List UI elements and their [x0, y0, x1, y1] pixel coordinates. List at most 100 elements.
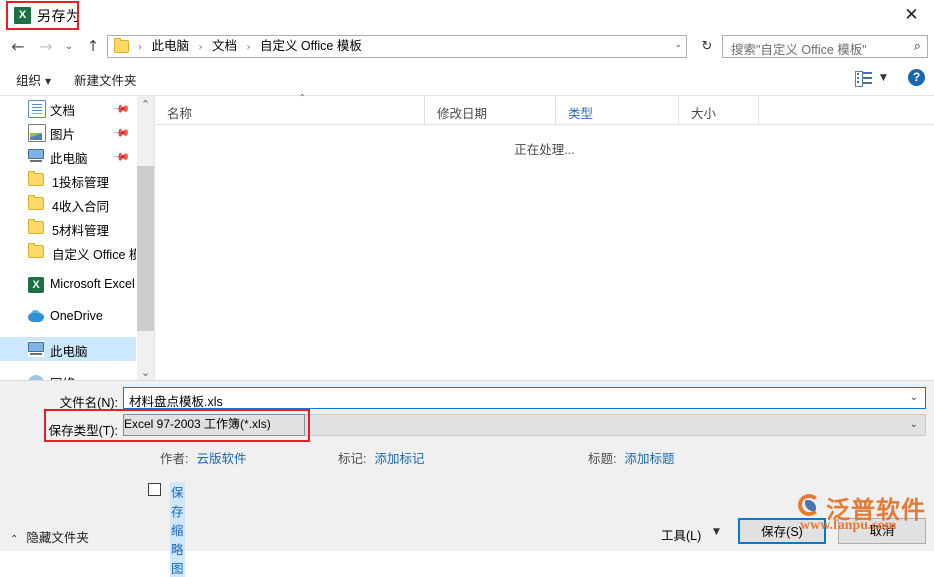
up-icon[interactable]: ↑	[81, 31, 105, 62]
sidebar-item-this-pc[interactable]: 此电脑	[0, 337, 136, 361]
title-field[interactable]: 标题: 添加标题	[588, 448, 675, 467]
breadcrumb-separator: ›	[198, 42, 203, 53]
folder-icon	[114, 38, 129, 53]
sidebar-item-folder-4[interactable]: 自定义 Office 模	[0, 240, 136, 264]
sidebar-scrollbar[interactable]: ⌃ ⌄	[136, 96, 154, 381]
tags-field[interactable]: 标记: 添加标记	[338, 448, 425, 467]
file-list-pane: 名称 ⌃ 修改日期 类型 大小 正在处理...	[155, 93, 934, 381]
sidebar-item-label: 自定义 Office 模	[52, 248, 136, 262]
savetype-label: 保存类型(T):	[48, 424, 118, 438]
organize-label: 组织	[16, 74, 42, 88]
title-bar: X 另存为 ✕	[0, 0, 934, 31]
column-label: 类型	[568, 107, 594, 121]
chevron-up-icon: ⌃	[10, 534, 19, 545]
hide-folders-button[interactable]: ⌃ 隐藏文件夹	[10, 527, 89, 546]
organize-button[interactable]: 组织 ▼	[16, 70, 51, 89]
sidebar-item-folder-2[interactable]: 4收入合同	[0, 192, 136, 216]
savetype-value: Excel 97-2003 工作簿(*.xls)	[124, 417, 271, 431]
save-thumbnail-label[interactable]: 保存缩略图	[170, 482, 185, 577]
scrollbar-thumb[interactable]	[137, 166, 154, 331]
tools-button[interactable]: 工具(L)	[661, 525, 701, 544]
new-folder-button[interactable]: 新建文件夹	[74, 70, 137, 89]
sidebar-item-label: OneDrive	[50, 309, 103, 323]
sidebar-item-folder-3[interactable]: 5材料管理	[0, 216, 136, 240]
tools-chevron-down-icon[interactable]: ▼	[713, 527, 720, 537]
sidebar-item-label: 4收入合同	[52, 200, 109, 214]
sidebar-item-this-pc-quick[interactable]: 此电脑 📌	[0, 144, 136, 168]
sidebar-item-documents[interactable]: 文档 📌	[0, 96, 136, 120]
sidebar-item-label: 此电脑	[50, 152, 88, 166]
scroll-down-icon[interactable]: ⌄	[137, 364, 154, 381]
column-header-size[interactable]: 大小	[679, 96, 759, 124]
filename-label: 文件名(N):	[59, 396, 118, 410]
title-value[interactable]: 添加标题	[624, 452, 674, 466]
breadcrumb-item-1[interactable]: 文档	[209, 39, 240, 53]
filename-value: 材料盘点模板.xls	[129, 395, 223, 409]
pin-icon[interactable]: 📌	[112, 100, 131, 119]
column-header-type[interactable]: 类型	[556, 96, 679, 124]
sidebar-item-microsoft-excel[interactable]: X Microsoft Excel	[0, 273, 136, 297]
sidebar-item-pictures[interactable]: 图片 📌	[0, 120, 136, 144]
column-label: 修改日期	[437, 107, 488, 121]
breadcrumb-item-2[interactable]: 自定义 Office 模板	[257, 39, 365, 53]
breadcrumb-separator: ›	[138, 42, 142, 53]
sidebar-item-label: Microsoft Excel	[50, 277, 135, 291]
command-toolbar: 组织 ▼ 新建文件夹 ▼ ?	[0, 62, 934, 95]
author-value[interactable]: 云版软件	[196, 452, 246, 466]
help-icon[interactable]: ?	[908, 69, 925, 86]
chevron-down-icon[interactable]: ⌄	[910, 392, 918, 403]
address-bar[interactable]: › 此电脑 › 文档 › 自定义 Office 模板 ⌄	[107, 35, 687, 58]
sidebar-item-label: 文档	[50, 104, 76, 118]
pictures-icon	[28, 124, 46, 142]
sidebar-item-folder-1[interactable]: 1投标管理	[0, 168, 136, 192]
breadcrumb-item-0[interactable]: 此电脑	[148, 39, 192, 53]
this-pc-icon	[28, 341, 44, 357]
forward-icon[interactable]: →	[33, 31, 59, 62]
author-field[interactable]: 作者: 云版软件	[160, 448, 247, 467]
excel-icon: X	[14, 7, 31, 24]
column-label: 名称	[167, 107, 193, 121]
filename-input[interactable]: 材料盘点模板.xls ⌄	[123, 387, 926, 409]
folder-icon	[28, 243, 44, 258]
tags-label: 标记:	[338, 452, 367, 466]
pin-icon[interactable]: 📌	[112, 124, 131, 143]
sidebar-item-onedrive[interactable]: OneDrive	[0, 305, 136, 329]
status-text: 正在处理...	[514, 143, 575, 157]
view-mode-icon[interactable]	[855, 71, 872, 87]
hide-folders-label: 隐藏文件夹	[26, 531, 89, 545]
chevron-down-icon[interactable]: ⌄	[674, 40, 682, 50]
search-icon: ⌕	[913, 39, 921, 54]
folder-icon	[28, 219, 44, 234]
folder-icon	[28, 171, 44, 186]
refresh-icon[interactable]: ↻	[696, 36, 718, 57]
cancel-button[interactable]: 取消	[838, 518, 926, 544]
pin-icon[interactable]: 📌	[112, 148, 131, 167]
search-input[interactable]: 搜索"自定义 Office 模板" ⌕	[722, 35, 928, 58]
sidebar-item-label: 1投标管理	[52, 176, 109, 190]
window-title: 另存为	[37, 8, 81, 24]
this-pc-icon	[28, 148, 44, 164]
sidebar-item-label: 此电脑	[50, 345, 88, 359]
save-button[interactable]: 保存(S)	[738, 518, 826, 544]
search-placeholder: 搜索"自定义 Office 模板"	[731, 43, 867, 57]
column-header-name[interactable]: 名称 ⌃	[155, 93, 425, 124]
content-area: 文档 📌 图片 📌 此电脑 📌 1投标管理 4收入合同 5材料管理 自定义 Of…	[0, 93, 934, 381]
view-mode-chevron-down-icon[interactable]: ▼	[880, 73, 887, 83]
recent-locations-icon[interactable]: ⌄	[59, 31, 79, 62]
breadcrumb: › 此电脑 › 文档 › 自定义 Office 模板	[135, 36, 365, 57]
savetype-selected-option[interactable]: Excel 97-2003 工作簿(*.xls)	[123, 414, 305, 436]
tags-value[interactable]: 添加标记	[374, 452, 424, 466]
excel-icon: X	[28, 277, 44, 293]
chevron-down-icon: ▼	[45, 77, 52, 86]
navigation-pane: 文档 📌 图片 📌 此电脑 📌 1投标管理 4收入合同 5材料管理 自定义 Of…	[0, 96, 136, 381]
column-header-date-modified[interactable]: 修改日期	[425, 96, 556, 124]
chevron-down-icon[interactable]: ⌄	[910, 419, 918, 430]
sidebar-item-label: 图片	[50, 128, 76, 142]
close-icon[interactable]: ✕	[889, 0, 934, 30]
back-icon[interactable]: ←	[5, 31, 31, 62]
scroll-up-icon[interactable]: ⌃	[137, 96, 154, 113]
save-thumbnail-checkbox[interactable]	[148, 483, 161, 496]
sidebar-item-label: 5材料管理	[52, 224, 109, 238]
author-label: 作者:	[160, 452, 189, 466]
breadcrumb-separator: ›	[246, 42, 251, 53]
